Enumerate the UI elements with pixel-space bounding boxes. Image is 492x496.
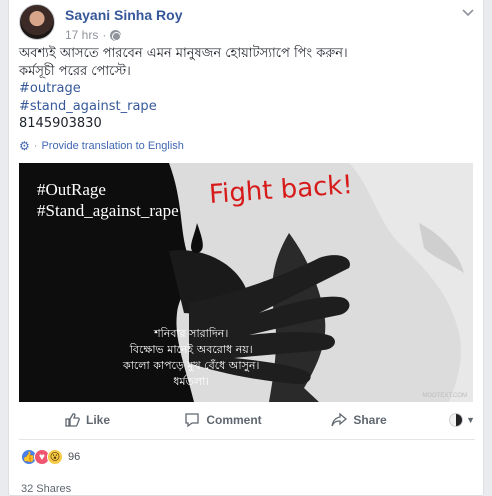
audience-selector[interactable]: ▼	[427, 413, 475, 427]
thumbs-up-icon	[65, 413, 80, 427]
hashtag-link[interactable]: #stand_against_rape	[19, 98, 475, 116]
image-caption-line: ধর্মতলা।	[173, 375, 210, 388]
chevron-down-icon[interactable]	[461, 6, 475, 18]
post-image[interactable]: #OutRage #Stand_against_rape Fight back!…	[19, 163, 473, 402]
globe-icon[interactable]	[110, 29, 122, 41]
post-body: অবশ্যই আসতে পারবেন এমন মানুষজন হোয়াটস্য…	[19, 45, 475, 133]
share-button[interactable]: Share	[291, 412, 427, 428]
share-label: Share	[353, 413, 387, 427]
comment-button[interactable]: Comment	[155, 412, 291, 428]
caret-down-icon: ▼	[466, 415, 475, 425]
image-caption: শনিবার সারাদিন। বিক্ষোভ মানেই অবরোধ নয়।…	[123, 326, 259, 390]
image-caption-line: বিক্ষোভ মানেই অবরোধ নয়।	[129, 343, 253, 356]
image-hashtag-line: #Stand_against_rape	[37, 201, 179, 220]
action-bar: Like Comment Share ▼	[19, 404, 475, 436]
reactions-summary[interactable]: 👍 ♥ 😮 96	[21, 448, 80, 466]
image-hashtag-line: #OutRage	[37, 180, 106, 199]
timestamp[interactable]: 17 hrs	[65, 28, 98, 42]
translate-link[interactable]: ⚙ · Provide translation to English	[19, 139, 184, 153]
image-caption-line: শনিবার সারাদিন।	[154, 327, 229, 340]
comment-label: Comment	[206, 413, 262, 427]
reaction-count[interactable]: 96	[68, 451, 80, 463]
reaction-icons: 👍 ♥ 😮	[21, 449, 63, 465]
avatar[interactable]	[19, 4, 55, 40]
image-hashtags: #OutRage #Stand_against_rape	[37, 179, 179, 221]
translate-label[interactable]: Provide translation to English	[41, 140, 183, 152]
image-watermark: MOOTEXT.COM	[422, 393, 467, 399]
like-button[interactable]: Like	[19, 412, 155, 428]
wow-reaction-icon: 😮	[47, 449, 63, 465]
gear-icon: ⚙	[19, 139, 30, 153]
meta-separator: ·	[102, 28, 107, 42]
post-meta: 17 hrs ·	[65, 28, 122, 42]
hashtag-link[interactable]: #outrage	[19, 80, 475, 98]
translate-separator: ·	[33, 140, 38, 152]
author-name[interactable]: Sayani Sinha Roy	[65, 7, 182, 23]
post-header: Sayani Sinha Roy 17 hrs ·	[19, 4, 475, 44]
like-label: Like	[85, 413, 110, 427]
divider	[19, 439, 475, 440]
share-count[interactable]: 32 Shares	[21, 483, 71, 495]
post-card: Sayani Sinha Roy 17 hrs · অবশ্যই আসতে পা…	[8, 0, 484, 496]
body-line: অবশ্যই আসতে পারবেন এমন মানুষজন হোয়াটস্য…	[19, 46, 348, 61]
share-icon	[331, 412, 348, 427]
body-line: কর্মসূচী পরের পোস্টে।	[19, 63, 131, 79]
profile-mini-avatar	[449, 413, 464, 427]
comment-icon	[185, 413, 199, 428]
phone-number: 8145903830	[19, 116, 102, 132]
image-caption-line: কালো কাপড়ে মুখ বেঁধে আসুন।	[123, 359, 260, 372]
